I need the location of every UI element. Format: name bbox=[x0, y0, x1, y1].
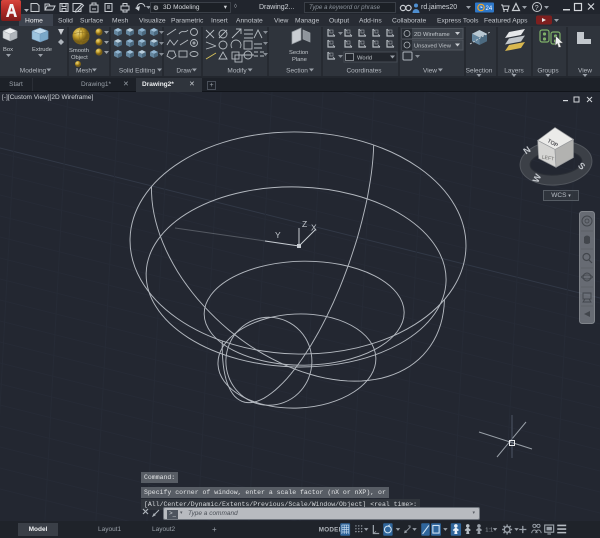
svg-text:Annotate: Annotate bbox=[236, 18, 263, 25]
svg-text:Surface: Surface bbox=[80, 18, 103, 25]
svg-text:Modify: Modify bbox=[227, 68, 247, 75]
svg-text:Mesh: Mesh bbox=[112, 18, 129, 25]
svg-text:Section: Section bbox=[286, 68, 308, 75]
svg-text:Layers: Layers bbox=[504, 68, 524, 75]
svg-text:Insert: Insert bbox=[211, 18, 228, 25]
svg-text:Extrude: Extrude bbox=[32, 47, 52, 53]
svg-text:Smooth: Smooth bbox=[69, 48, 89, 54]
svg-text:Parametric: Parametric bbox=[171, 18, 204, 25]
svg-text:LEFT: LEFT bbox=[541, 155, 554, 163]
svg-text:Visualize: Visualize bbox=[139, 18, 166, 25]
svg-text:Solid Editing: Solid Editing bbox=[119, 68, 156, 75]
svg-text:Groups: Groups bbox=[537, 68, 559, 75]
svg-text:Z: Z bbox=[302, 219, 307, 229]
svg-text:Manage: Manage bbox=[295, 18, 319, 25]
svg-text:Modeling: Modeling bbox=[20, 68, 47, 75]
svg-text:Add-ins: Add-ins bbox=[359, 18, 382, 25]
svg-text:World: World bbox=[357, 56, 372, 62]
svg-text:Selection: Selection bbox=[466, 68, 493, 75]
svg-text:Featured Apps: Featured Apps bbox=[484, 18, 528, 25]
svg-text:MODEL: MODEL bbox=[319, 527, 343, 534]
svg-text:Coordinates: Coordinates bbox=[346, 68, 382, 75]
svg-text:Object: Object bbox=[71, 55, 88, 61]
svg-text:Solid: Solid bbox=[58, 18, 73, 25]
svg-text:View: View bbox=[578, 68, 592, 75]
svg-text:View: View bbox=[274, 18, 289, 25]
svg-text:Express Tools: Express Tools bbox=[437, 18, 479, 25]
svg-text:2D Wireframe: 2D Wireframe bbox=[414, 32, 450, 38]
svg-text:Section: Section bbox=[289, 50, 308, 56]
svg-text:Draw: Draw bbox=[176, 68, 191, 75]
svg-text:Mesh: Mesh bbox=[76, 68, 92, 75]
svg-text:Collaborate: Collaborate bbox=[392, 18, 426, 25]
svg-text:1:1: 1:1 bbox=[485, 528, 493, 534]
svg-text:Plane: Plane bbox=[292, 57, 307, 63]
svg-text:Box: Box bbox=[3, 47, 13, 53]
svg-text:?: ? bbox=[535, 5, 539, 12]
svg-text:X: X bbox=[311, 223, 317, 233]
svg-text:Y: Y bbox=[275, 230, 281, 240]
svg-text:24: 24 bbox=[486, 6, 493, 12]
svg-text:View: View bbox=[423, 68, 437, 75]
svg-text:Output: Output bbox=[329, 18, 349, 25]
svg-text:Unsaved View: Unsaved View bbox=[414, 44, 452, 50]
